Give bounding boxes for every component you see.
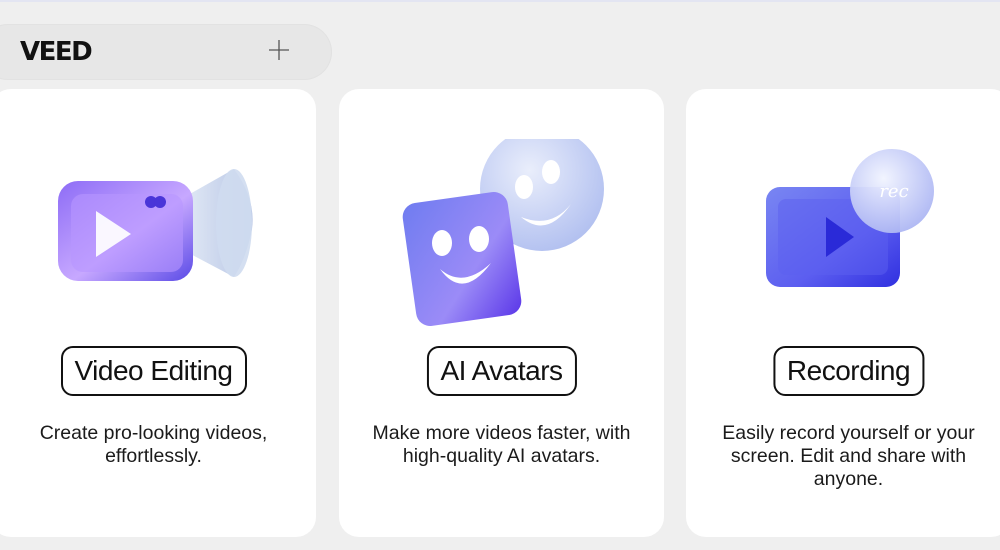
card-description: Easily record yourself or your screen. E… (722, 422, 975, 490)
card-title-pill: Recording (772, 346, 925, 396)
card-description: Make more videos faster, with high-quali… (372, 422, 631, 467)
top-border (0, 0, 1000, 2)
feature-card-ai-avatars[interactable]: AI Avatars Make more videos faster, with… (339, 89, 664, 537)
video-camera-icon (58, 169, 253, 281)
veed-logo[interactable]: VEED (20, 36, 93, 68)
plus-icon[interactable] (266, 37, 292, 63)
smiley-faces-icon (402, 139, 604, 326)
feature-card-recording[interactable]: rec Recording Easily record yourself or … (686, 89, 1000, 537)
card-title-pill: Video Editing (60, 346, 247, 396)
rec-screen-icon: rec (766, 149, 934, 287)
feature-card-video-editing[interactable]: Video Editing Create pro-looking videos,… (0, 89, 316, 537)
rec-badge: rec (879, 181, 908, 202)
card-description: Create pro-looking videos, effortlessly. (39, 422, 268, 467)
card-title-pill: AI Avatars (426, 346, 577, 396)
